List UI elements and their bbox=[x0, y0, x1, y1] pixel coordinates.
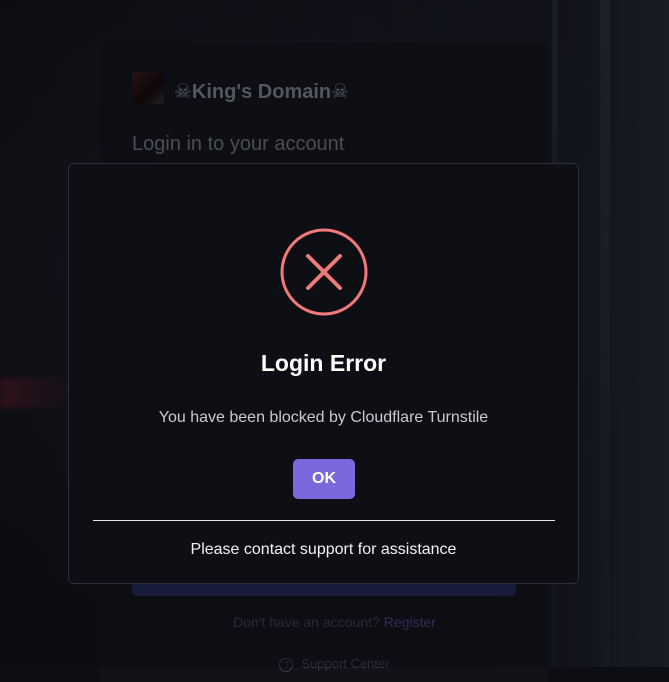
dialog-message: You have been blocked by Cloudflare Turn… bbox=[158, 409, 489, 426]
dialog-title: Login Error bbox=[260, 350, 387, 376]
dialog-divider bbox=[93, 520, 555, 521]
x-circle-icon bbox=[280, 228, 368, 316]
error-dialog: Login Error You have been blocked by Clo… bbox=[68, 163, 579, 584]
ok-button[interactable]: OK bbox=[293, 459, 355, 499]
dialog-footer: Please contact support for assistance bbox=[190, 541, 457, 558]
